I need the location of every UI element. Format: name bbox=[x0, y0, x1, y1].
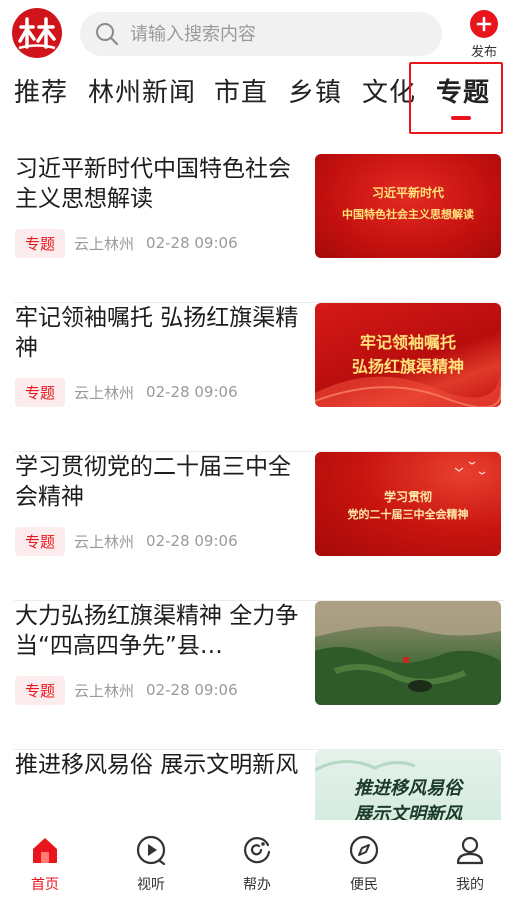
top-bar: 发布 bbox=[0, 0, 518, 64]
article-time: 02-28 09:06 bbox=[146, 234, 238, 252]
search-bar[interactable] bbox=[80, 12, 442, 56]
nav-label: 帮办 bbox=[243, 877, 271, 893]
search-input[interactable] bbox=[130, 23, 410, 45]
article-source: 云上林州 bbox=[74, 383, 135, 402]
article-thumbnail[interactable]: 习近平新时代 中国特色社会主义思想解读 bbox=[315, 154, 501, 258]
thumbnail-text: 中国特色社会主义思想解读 bbox=[342, 208, 474, 221]
article-thumbnail[interactable]: 推进移风易俗 展示文明新风 bbox=[315, 750, 501, 820]
article-meta: 专题 云上林州 02-28 09:06 bbox=[15, 675, 238, 705]
article-time: 02-28 09:06 bbox=[146, 681, 238, 699]
thumbnail-text: 党的二十届三中全会精神 bbox=[347, 508, 469, 521]
nav-label: 视听 bbox=[137, 877, 165, 893]
plus-icon bbox=[470, 10, 498, 38]
thumbnail-text: 展示文明新风 bbox=[354, 804, 462, 820]
tab-city[interactable]: 市直 bbox=[214, 72, 268, 109]
article-time: 02-28 09:06 bbox=[146, 383, 238, 401]
nav-home[interactable]: 首页 bbox=[15, 834, 75, 894]
tag-badge: 专题 bbox=[15, 675, 66, 705]
nav-label: 我的 bbox=[456, 877, 484, 893]
tag-badge: 专题 bbox=[15, 377, 66, 407]
article-item[interactable]: 学习贯彻党的二十届三中全会精神 专题 云上林州 02-28 09:06 学习贯彻… bbox=[0, 452, 518, 601]
nav-label: 便民 bbox=[350, 877, 378, 893]
publish-label: 发布 bbox=[470, 45, 497, 60]
thumbnail-text: 弘扬红旗渠精神 bbox=[351, 357, 464, 376]
tab-towns[interactable]: 乡镇 bbox=[288, 72, 342, 109]
article-source: 云上林州 bbox=[74, 532, 135, 551]
user-icon bbox=[454, 834, 486, 866]
search-icon bbox=[94, 21, 120, 47]
nav-convenience[interactable]: 便民 bbox=[334, 834, 394, 894]
article-source: 云上林州 bbox=[74, 681, 135, 700]
thumbnail-text: 牢记领袖嘱托 bbox=[359, 333, 456, 352]
nav-video[interactable]: 视听 bbox=[121, 834, 181, 894]
article-item[interactable]: 牢记领袖嘱托 弘扬红旗渠精神 专题 云上林州 02-28 09:06 牢记领袖嘱… bbox=[0, 303, 518, 452]
play-icon bbox=[135, 834, 167, 866]
tab-recommend[interactable]: 推荐 bbox=[14, 72, 68, 109]
article-meta: 专题 云上林州 02-28 09:06 bbox=[15, 526, 238, 556]
article-thumbnail[interactable]: 学习贯彻 党的二十届三中全会精神 bbox=[315, 452, 501, 556]
article-item[interactable]: 大力弘扬红旗渠精神 全力争当“四高四争先”县… 专题 云上林州 02-28 09… bbox=[0, 601, 518, 750]
help-icon bbox=[241, 834, 273, 866]
article-item[interactable]: 推进移风易俗 展示文明新风 推进移风易俗 展示文明新风 bbox=[0, 750, 518, 820]
nav-help[interactable]: 帮办 bbox=[227, 834, 287, 894]
thumbnail-text: 推进移风易俗 bbox=[354, 778, 462, 799]
article-meta: 专题 云上林州 02-28 09:06 bbox=[15, 377, 238, 407]
tab-culture[interactable]: 文化 bbox=[362, 72, 416, 109]
article-title[interactable]: 习近平新时代中国特色社会主义思想解读 bbox=[15, 154, 300, 214]
publish-button[interactable]: 发布 bbox=[466, 10, 502, 60]
article-item[interactable]: 习近平新时代中国特色社会主义思想解读 专题 云上林州 02-28 09:06 习… bbox=[0, 154, 518, 303]
bottom-nav: 首页 视听 帮办 便民 我的 bbox=[0, 820, 518, 906]
article-title[interactable]: 大力弘扬红旗渠精神 全力争当“四高四争先”县… bbox=[15, 601, 300, 661]
nav-mine[interactable]: 我的 bbox=[440, 834, 500, 894]
home-icon bbox=[29, 834, 61, 866]
tag-badge: 专题 bbox=[15, 228, 66, 258]
article-thumbnail[interactable]: 牢记领袖嘱托 弘扬红旗渠精神 bbox=[315, 303, 501, 407]
cliff-landscape-image bbox=[315, 601, 501, 705]
tab-linzhou-news[interactable]: 林州新闻 bbox=[88, 72, 196, 109]
article-title[interactable]: 推进移风易俗 展示文明新风 bbox=[15, 750, 300, 780]
selection-highlight bbox=[409, 62, 503, 134]
article-title[interactable]: 学习贯彻党的二十届三中全会精神 bbox=[15, 452, 300, 512]
compass-icon bbox=[348, 834, 380, 866]
thumbnail-text: 习近平新时代 bbox=[371, 186, 444, 200]
article-title[interactable]: 牢记领袖嘱托 弘扬红旗渠精神 bbox=[15, 303, 300, 363]
tag-badge: 专题 bbox=[15, 526, 66, 556]
article-source: 云上林州 bbox=[74, 234, 135, 253]
thumbnail-text: 学习贯彻 bbox=[383, 490, 432, 504]
linzhou-logo-icon[interactable] bbox=[12, 8, 62, 58]
nav-label: 首页 bbox=[31, 877, 59, 893]
article-time: 02-28 09:06 bbox=[146, 532, 238, 550]
article-meta: 专题 云上林州 02-28 09:06 bbox=[15, 228, 238, 258]
article-thumbnail[interactable] bbox=[315, 601, 501, 705]
